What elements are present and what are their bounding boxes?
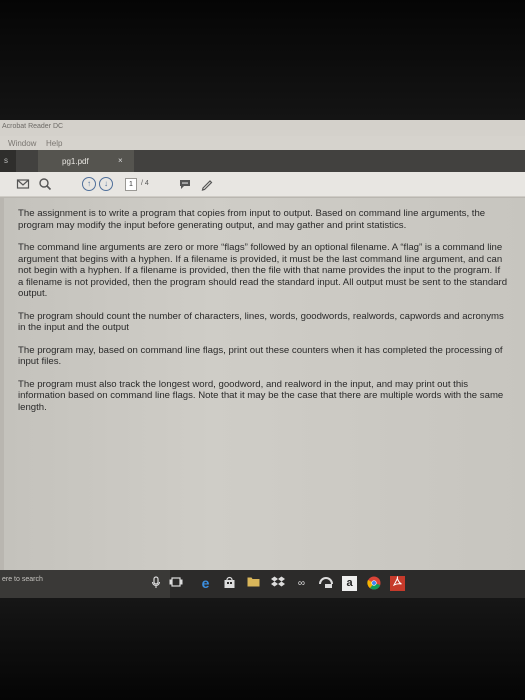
paragraph: The program must also track the longest … xyxy=(18,378,504,413)
search-icon[interactable] xyxy=(38,177,52,191)
close-icon[interactable]: × xyxy=(118,156,123,165)
folder-icon[interactable] xyxy=(246,576,261,591)
store-icon[interactable] xyxy=(222,576,237,591)
menubar: Window Help xyxy=(0,136,525,150)
taskbar-search[interactable]: ere to search xyxy=(0,570,170,598)
app-titlebar: Acrobat Reader DC xyxy=(0,120,525,136)
paragraph: The program may, based on command line f… xyxy=(18,344,503,368)
mail-icon[interactable] xyxy=(16,177,30,191)
taskbar: ere to search e ∞ a xyxy=(0,570,525,598)
paragraph: The program should count the number of c… xyxy=(18,310,504,334)
menu-help[interactable]: Help xyxy=(46,139,62,148)
page-total: / 4 xyxy=(141,180,149,187)
page-down-icon[interactable]: ↓ xyxy=(99,177,113,191)
page-up-icon[interactable]: ↑ xyxy=(82,177,96,191)
tab-home-stub[interactable]: s xyxy=(0,150,16,172)
pen-icon[interactable] xyxy=(200,177,214,191)
menu-window[interactable]: Window xyxy=(8,139,36,148)
app-icon[interactable] xyxy=(318,576,333,591)
microphone-icon[interactable] xyxy=(148,576,163,591)
tab-pg1-pdf[interactable]: pg1.pdf × xyxy=(38,150,134,172)
link-icon[interactable]: ∞ xyxy=(294,576,309,591)
toolbar: ↑ ↓ 1 / 4 xyxy=(0,172,525,197)
tab-bar: s pg1.pdf × xyxy=(0,150,525,172)
screen: Acrobat Reader DC Window Help s pg1.pdf … xyxy=(0,120,525,598)
page-number-input[interactable]: 1 xyxy=(125,178,137,191)
search-placeholder: ere to search xyxy=(2,576,43,583)
document-body: The assignment is to write a program tha… xyxy=(18,208,508,424)
amazon-icon[interactable]: a xyxy=(342,576,357,591)
edge-icon[interactable]: e xyxy=(198,576,213,591)
paragraph: The command line arguments are zero or m… xyxy=(18,242,508,299)
paragraph: The assignment is to write a program tha… xyxy=(18,208,486,231)
app-title: Acrobat Reader DC xyxy=(2,123,64,130)
tab-label: pg1.pdf xyxy=(62,157,89,166)
chrome-icon[interactable] xyxy=(366,576,381,591)
monitor-bezel-bottom xyxy=(0,598,525,700)
comment-icon[interactable] xyxy=(178,177,192,191)
monitor-bezel-top xyxy=(0,0,525,120)
task-view-icon[interactable] xyxy=(168,576,183,591)
acrobat-icon[interactable] xyxy=(390,575,405,591)
pdf-page: The assignment is to write a program tha… xyxy=(4,198,525,570)
dropbox-icon[interactable] xyxy=(270,576,285,591)
